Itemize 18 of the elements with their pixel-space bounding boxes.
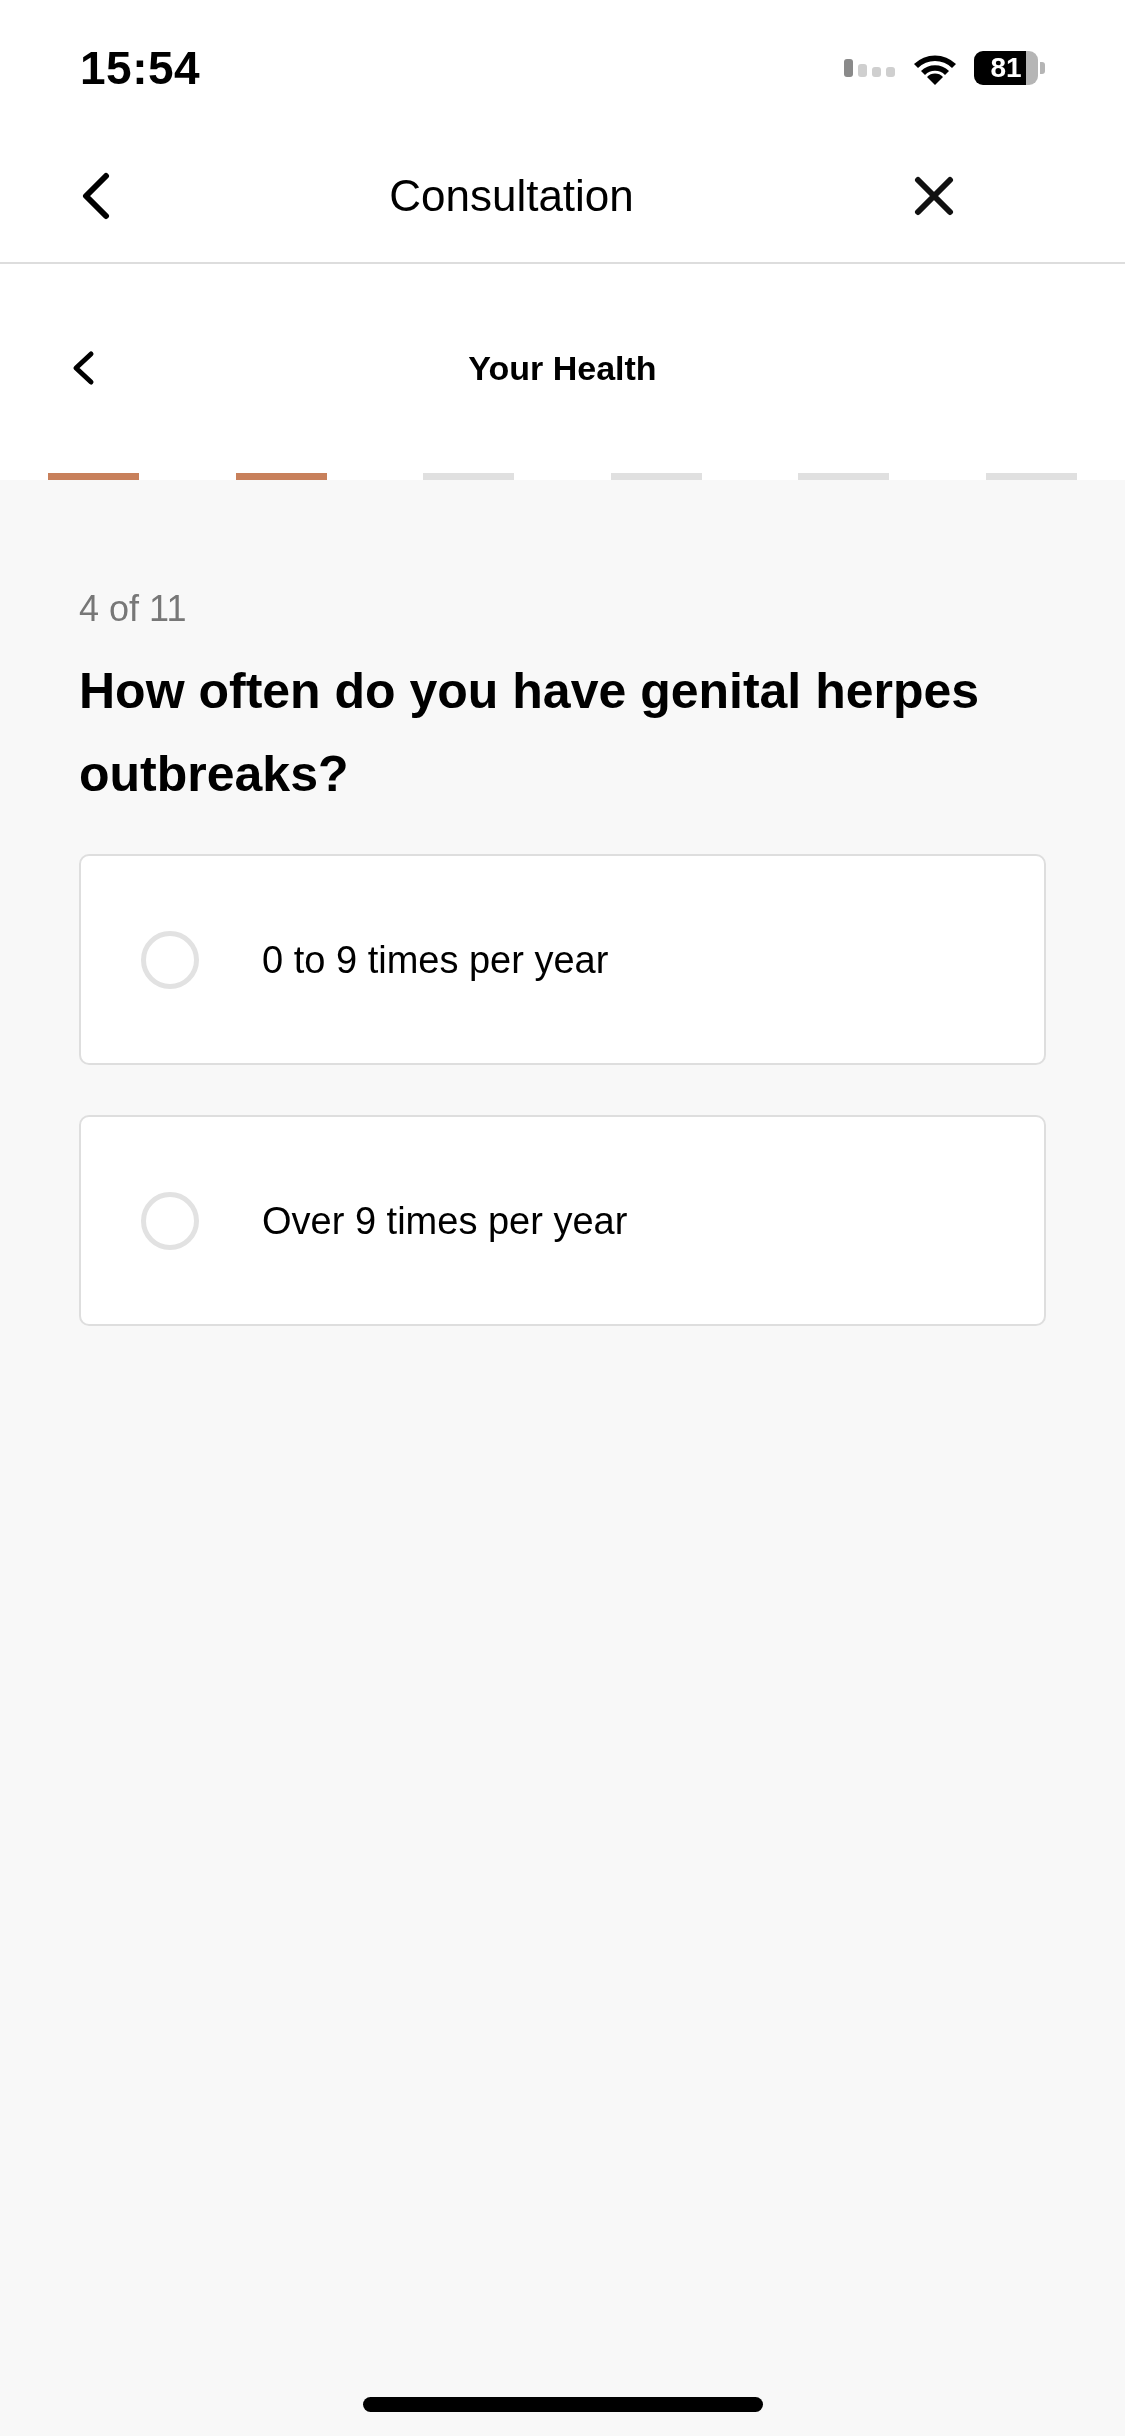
section-title: Your Health [468, 351, 657, 385]
status-time: 15:54 [80, 45, 201, 91]
back-chevron-icon [80, 172, 110, 220]
battery-indicator: 81 [974, 51, 1038, 85]
screen-title: Consultation [389, 174, 634, 218]
answer-option[interactable]: Over 9 times per year [79, 1115, 1046, 1326]
close-icon [914, 176, 954, 216]
question-text: How often do you have genital herpes outbreaks? [79, 662, 981, 804]
signal-icon [844, 59, 896, 77]
answer-option[interactable]: 0 to 9 times per year [79, 854, 1046, 1065]
option-label: Over 9 times per year [262, 1201, 628, 1240]
back-chevron-icon [71, 350, 95, 386]
radio-button[interactable] [141, 930, 199, 989]
close-button[interactable] [912, 174, 956, 218]
option-label: 0 to 9 times per year [262, 940, 609, 979]
battery-cap-icon [1040, 62, 1045, 74]
radio-button[interactable] [141, 1191, 199, 1250]
question-counter: 4 of 11 [79, 587, 187, 631]
